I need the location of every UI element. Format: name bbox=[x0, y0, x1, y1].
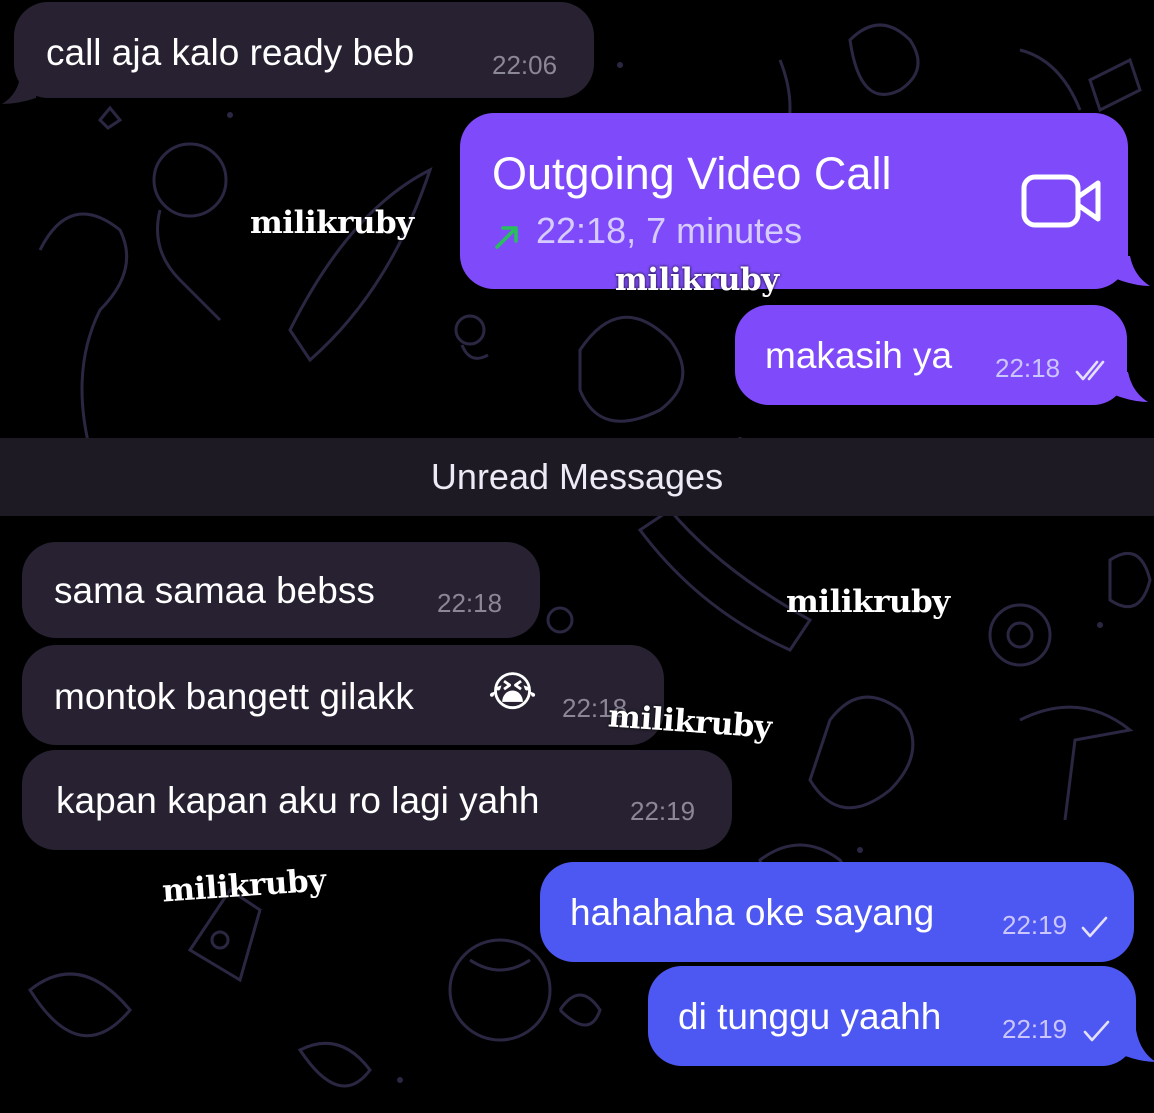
message-time: 22:06 bbox=[492, 50, 558, 80]
bubble-tail bbox=[1112, 372, 1148, 402]
video-camera-icon[interactable] bbox=[1020, 171, 1104, 231]
crying-face-emoji: 😭 bbox=[488, 668, 538, 715]
message-bubble-incoming[interactable]: kapan kapan aku ro lagi yahh 22:19 bbox=[22, 750, 732, 850]
message-bubble-outgoing[interactable]: hahahaha oke sayang 22:19 bbox=[540, 862, 1134, 962]
message-bubble-incoming[interactable]: sama samaa bebss 22:18 bbox=[22, 542, 540, 638]
watermark-text: milikruby bbox=[615, 262, 779, 298]
double-check-icon bbox=[1075, 360, 1105, 381]
single-check-icon bbox=[1083, 1020, 1110, 1042]
outgoing-arrow-icon bbox=[495, 226, 518, 249]
bubble-tail bbox=[1114, 256, 1150, 286]
watermark-text: milikruby bbox=[786, 584, 950, 620]
single-check-icon bbox=[1081, 916, 1108, 938]
message-bubble-outgoing[interactable]: makasih ya 22:18 bbox=[735, 305, 1127, 405]
message-text: call aja kalo ready beb bbox=[46, 32, 415, 73]
unread-messages-divider: Unread Messages bbox=[0, 438, 1154, 516]
video-call-bubble[interactable]: Outgoing Video Call 22:18, 7 minutes bbox=[460, 113, 1128, 289]
message-text: di tunggu yaahh bbox=[678, 996, 942, 1037]
message-time: 22:19 bbox=[630, 796, 696, 826]
unread-divider-label: Unread Messages bbox=[430, 456, 724, 497]
message-text: makasih ya bbox=[765, 335, 953, 376]
bubble-tail bbox=[2, 76, 36, 104]
call-title: Outgoing Video Call bbox=[492, 148, 892, 199]
message-text: kapan kapan aku ro lagi yahh bbox=[56, 780, 540, 821]
message-time: 22:19 bbox=[1002, 910, 1068, 940]
message-text: sama samaa bebss bbox=[54, 570, 375, 611]
message-bubble-incoming[interactable]: montok bangett gilakk 😭 22:18 bbox=[22, 645, 664, 745]
call-detail: 22:18, 7 minutes bbox=[536, 210, 803, 251]
message-bubble-incoming[interactable]: call aja kalo ready beb 22:06 bbox=[14, 2, 594, 98]
message-time: 22:18 bbox=[437, 588, 503, 618]
message-time: 22:18 bbox=[995, 353, 1061, 383]
bubble-tail bbox=[1120, 1030, 1154, 1062]
message-text: hahahaha oke sayang bbox=[570, 892, 935, 933]
watermark-text: milikruby bbox=[250, 205, 414, 241]
message-bubble-outgoing[interactable]: di tunggu yaahh 22:19 bbox=[648, 966, 1136, 1066]
message-text: montok bangett gilakk bbox=[54, 676, 414, 717]
message-time: 22:19 bbox=[1002, 1014, 1068, 1044]
